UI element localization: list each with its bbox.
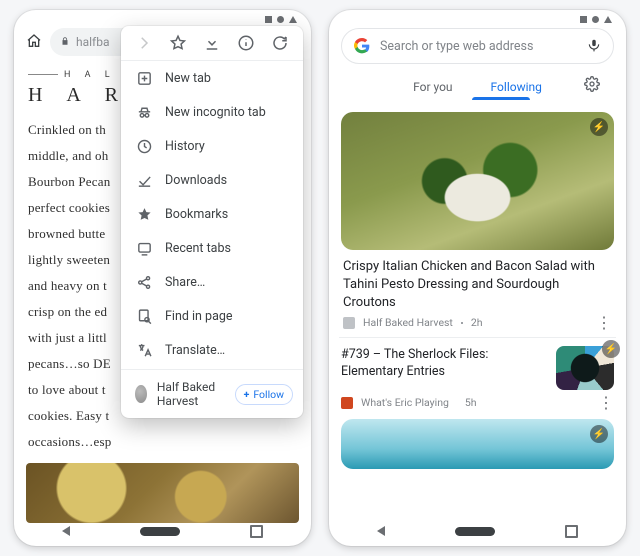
overflow-menu: New tab New incognito tab History Downlo… — [121, 26, 303, 418]
menu-label: Find in page — [165, 309, 233, 324]
tab-for-you[interactable]: For you — [411, 74, 454, 100]
card-source: What's Eric Playing — [361, 396, 449, 409]
translate-icon — [135, 341, 153, 359]
menu-label: Translate… — [165, 343, 225, 358]
tab-following[interactable]: Following — [489, 74, 544, 100]
info-icon[interactable] — [237, 34, 255, 52]
gear-icon[interactable] — [584, 76, 600, 95]
follow-site-name: Half Baked Harvest — [157, 380, 225, 408]
menu-label: New tab — [165, 71, 211, 86]
menu-recent-tabs[interactable]: Recent tabs — [121, 231, 303, 265]
menu-translate[interactable]: Translate… — [121, 333, 303, 367]
share-icon — [135, 273, 153, 291]
menu-new-incognito[interactable]: New incognito tab — [121, 95, 303, 129]
menu-downloads[interactable]: Downloads — [121, 163, 303, 197]
bookmark-star-icon[interactable] — [169, 34, 187, 52]
url-text: halfba — [76, 35, 110, 49]
mic-icon[interactable] — [587, 37, 601, 56]
menu-label: History — [165, 139, 205, 154]
card-age: 5h — [465, 396, 477, 409]
source-favicon — [343, 317, 355, 329]
google-logo-icon — [354, 38, 370, 54]
menu-label: Downloads — [165, 173, 227, 188]
phone-left: halfba H A L F H A R Crinkled on th midd… — [14, 10, 311, 546]
menu-label: Bookmarks — [165, 207, 228, 222]
menu-new-tab[interactable]: New tab — [121, 61, 303, 95]
site-favicon — [135, 385, 147, 403]
source-favicon — [341, 397, 353, 409]
card-thumbnail: ⚡ — [556, 346, 614, 390]
status-bar — [265, 16, 297, 23]
follow-button[interactable]: +Follow — [235, 384, 293, 405]
card-title[interactable]: Crispy Italian Chicken and Bacon Salad w… — [343, 258, 612, 312]
feed-card[interactable]: ⚡ — [341, 112, 614, 250]
feed: ⚡ Crispy Italian Chicken and Bacon Salad… — [329, 104, 626, 510]
incognito-icon — [135, 103, 153, 121]
search-bar[interactable]: Search or type web address — [341, 28, 614, 64]
feed-card[interactable]: ⚡ — [341, 419, 614, 469]
nav-home-pill[interactable] — [140, 527, 180, 536]
system-nav — [329, 516, 626, 546]
forward-icon[interactable] — [135, 34, 153, 52]
download-icon[interactable] — [203, 34, 221, 52]
recent-tabs-icon — [135, 239, 153, 257]
amp-bolt-icon: ⚡ — [602, 340, 620, 358]
amp-bolt-icon: ⚡ — [590, 425, 608, 443]
kebab-icon[interactable]: ⋮ — [596, 318, 612, 328]
history-icon — [135, 137, 153, 155]
find-icon — [135, 307, 153, 325]
star-icon — [135, 205, 153, 223]
amp-bolt-icon: ⚡ — [590, 118, 608, 136]
home-icon[interactable] — [26, 33, 42, 52]
reload-icon[interactable] — [271, 34, 289, 52]
menu-label: New incognito tab — [165, 105, 266, 120]
menu-label: Recent tabs — [165, 241, 231, 256]
article-hero-image — [26, 463, 299, 523]
card-title: #739 – The Sherlock Files: Elementary En… — [341, 346, 546, 380]
menu-bookmarks[interactable]: Bookmarks — [121, 197, 303, 231]
lock-icon — [60, 35, 70, 49]
menu-find-in-page[interactable]: Find in page — [121, 299, 303, 333]
plus-box-icon — [135, 69, 153, 87]
card-source: Half Baked Harvest — [363, 316, 453, 329]
system-nav — [14, 516, 311, 546]
nav-back-icon[interactable] — [377, 526, 385, 536]
card-byline: What's Eric Playing 5h ⋮ — [341, 396, 614, 409]
menu-action-row — [121, 26, 303, 61]
phone-right: Search or type web address For you Follo… — [329, 10, 626, 546]
download-check-icon — [135, 171, 153, 189]
nav-overview-icon[interactable] — [565, 525, 578, 538]
status-bar — [580, 16, 612, 23]
nav-home-pill[interactable] — [455, 527, 495, 536]
card-image — [341, 112, 614, 250]
menu-follow-site: Half Baked Harvest +Follow — [121, 372, 303, 418]
feed-tabs: For you Following — [341, 74, 614, 100]
kebab-icon[interactable]: ⋮ — [598, 398, 614, 408]
menu-history[interactable]: History — [121, 129, 303, 163]
feed-card[interactable]: #739 – The Sherlock Files: Elementary En… — [341, 346, 614, 390]
search-placeholder: Search or type web address — [380, 39, 577, 54]
menu-share[interactable]: Share… — [121, 265, 303, 299]
card-byline: Half Baked Harvest 2h ⋮ — [343, 316, 612, 329]
menu-label: Share… — [165, 275, 205, 290]
card-age: 2h — [471, 316, 483, 329]
nav-back-icon[interactable] — [62, 526, 70, 536]
nav-overview-icon[interactable] — [250, 525, 263, 538]
